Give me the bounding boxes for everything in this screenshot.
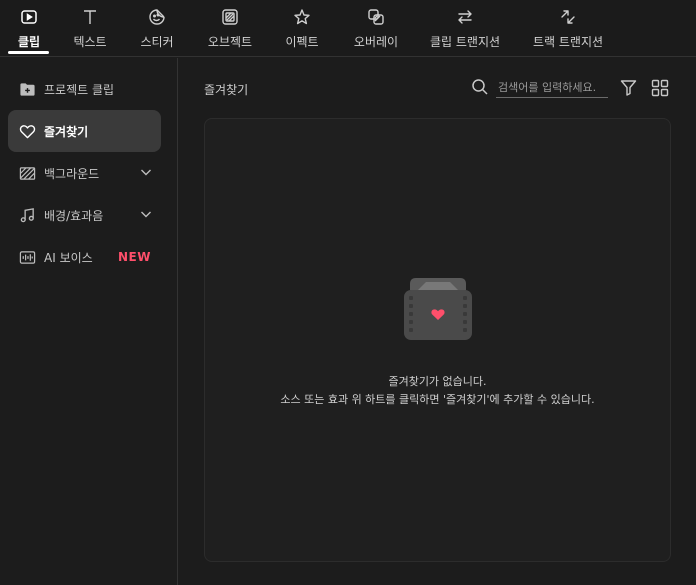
page-title: 즐겨찾기 [204,83,249,97]
main-content: 즐겨찾기 즐겨찾기가 없습니다. 소스 또는 효과 위 하트를 클릭하면 '즐겨… [179,58,696,585]
sidebar-item-label: 즐겨찾기 [44,124,89,139]
sticker-icon [147,7,167,27]
object-icon [220,7,240,27]
tab-label: 클립 트랜지션 [429,35,501,49]
tab-label: 오브젝트 [207,35,253,49]
sidebar-item-label: 배경/효과음 [44,208,104,223]
heart-icon [18,122,36,140]
tab-object[interactable]: 오브젝트 [206,0,254,57]
sidebar-item-ai-voice[interactable]: AI 보이스 NEW [8,236,161,278]
empty-favorites-film-icon [404,278,472,340]
favorites-panel: 즐겨찾기가 없습니다. 소스 또는 효과 위 하트를 클릭하면 '즐겨찾기'에 … [204,118,671,562]
tab-label: 오버레이 [353,35,399,49]
sidebar-item-background[interactable]: 백그라운드 [8,152,161,194]
search-input[interactable] [496,78,608,98]
empty-state-description: 소스 또는 효과 위 하트를 클릭하면 '즐겨찾기'에 추가할 수 있습니다. [280,393,595,406]
sidebar-item-favorites[interactable]: 즐겨찾기 [8,110,161,152]
play-square-icon [19,7,39,27]
diagonal-arrows-icon [558,7,578,27]
tab-label: 스티커 [140,35,174,49]
star-icon [292,7,312,27]
swap-arrows-icon [455,7,475,27]
sidebar-item-label: 백그라운드 [44,166,100,181]
tab-sticker[interactable]: 스티커 [139,0,175,57]
tab-label: 이펙트 [285,35,319,49]
sidebar-item-label: AI 보이스 [44,250,93,265]
tab-effect[interactable]: 이펙트 [284,0,320,57]
grid-view-icon[interactable] [651,79,669,97]
text-t-icon [80,7,100,27]
hatch-pattern-icon [18,164,36,182]
sidebar-item-label: 프로젝트 클립 [44,82,115,97]
waveform-icon [18,248,36,266]
folder-plus-icon [18,80,36,98]
active-tab-indicator [8,51,49,54]
sidebar-item-project-clip[interactable]: 프로젝트 클립 [8,68,161,110]
overlay-icon [366,7,386,27]
music-note-icon [18,206,36,224]
sidebar: 프로젝트 클립 즐겨찾기 백그라운드 배경/효과음 AI 보이스 NEW [0,58,178,585]
tab-overlay[interactable]: 오버레이 [352,0,400,57]
tab-clip-transition[interactable]: 클립 트랜지션 [428,0,502,57]
search-icon[interactable] [471,78,489,96]
filter-icon[interactable] [620,79,637,96]
tab-label: 텍스트 [73,35,107,49]
tab-label: 클립 [17,35,41,49]
new-badge: NEW [118,250,151,264]
chevron-down-icon[interactable] [139,207,153,221]
top-tab-bar: 클립 텍스트 스티커 오브젝트 이펙트 오버레이 클립 트랜지션 트랙 트랜지션 [0,0,696,57]
empty-state-title: 즐겨찾기가 없습니다. [388,375,487,388]
chevron-down-icon[interactable] [139,165,153,179]
tab-track-transition[interactable]: 트랙 트랜지션 [531,0,605,57]
tab-text[interactable]: 텍스트 [72,0,108,57]
sidebar-item-bgm-sfx[interactable]: 배경/효과음 [8,194,161,236]
tab-label: 트랙 트랜지션 [532,35,604,49]
tab-clip[interactable]: 클립 [14,0,44,57]
